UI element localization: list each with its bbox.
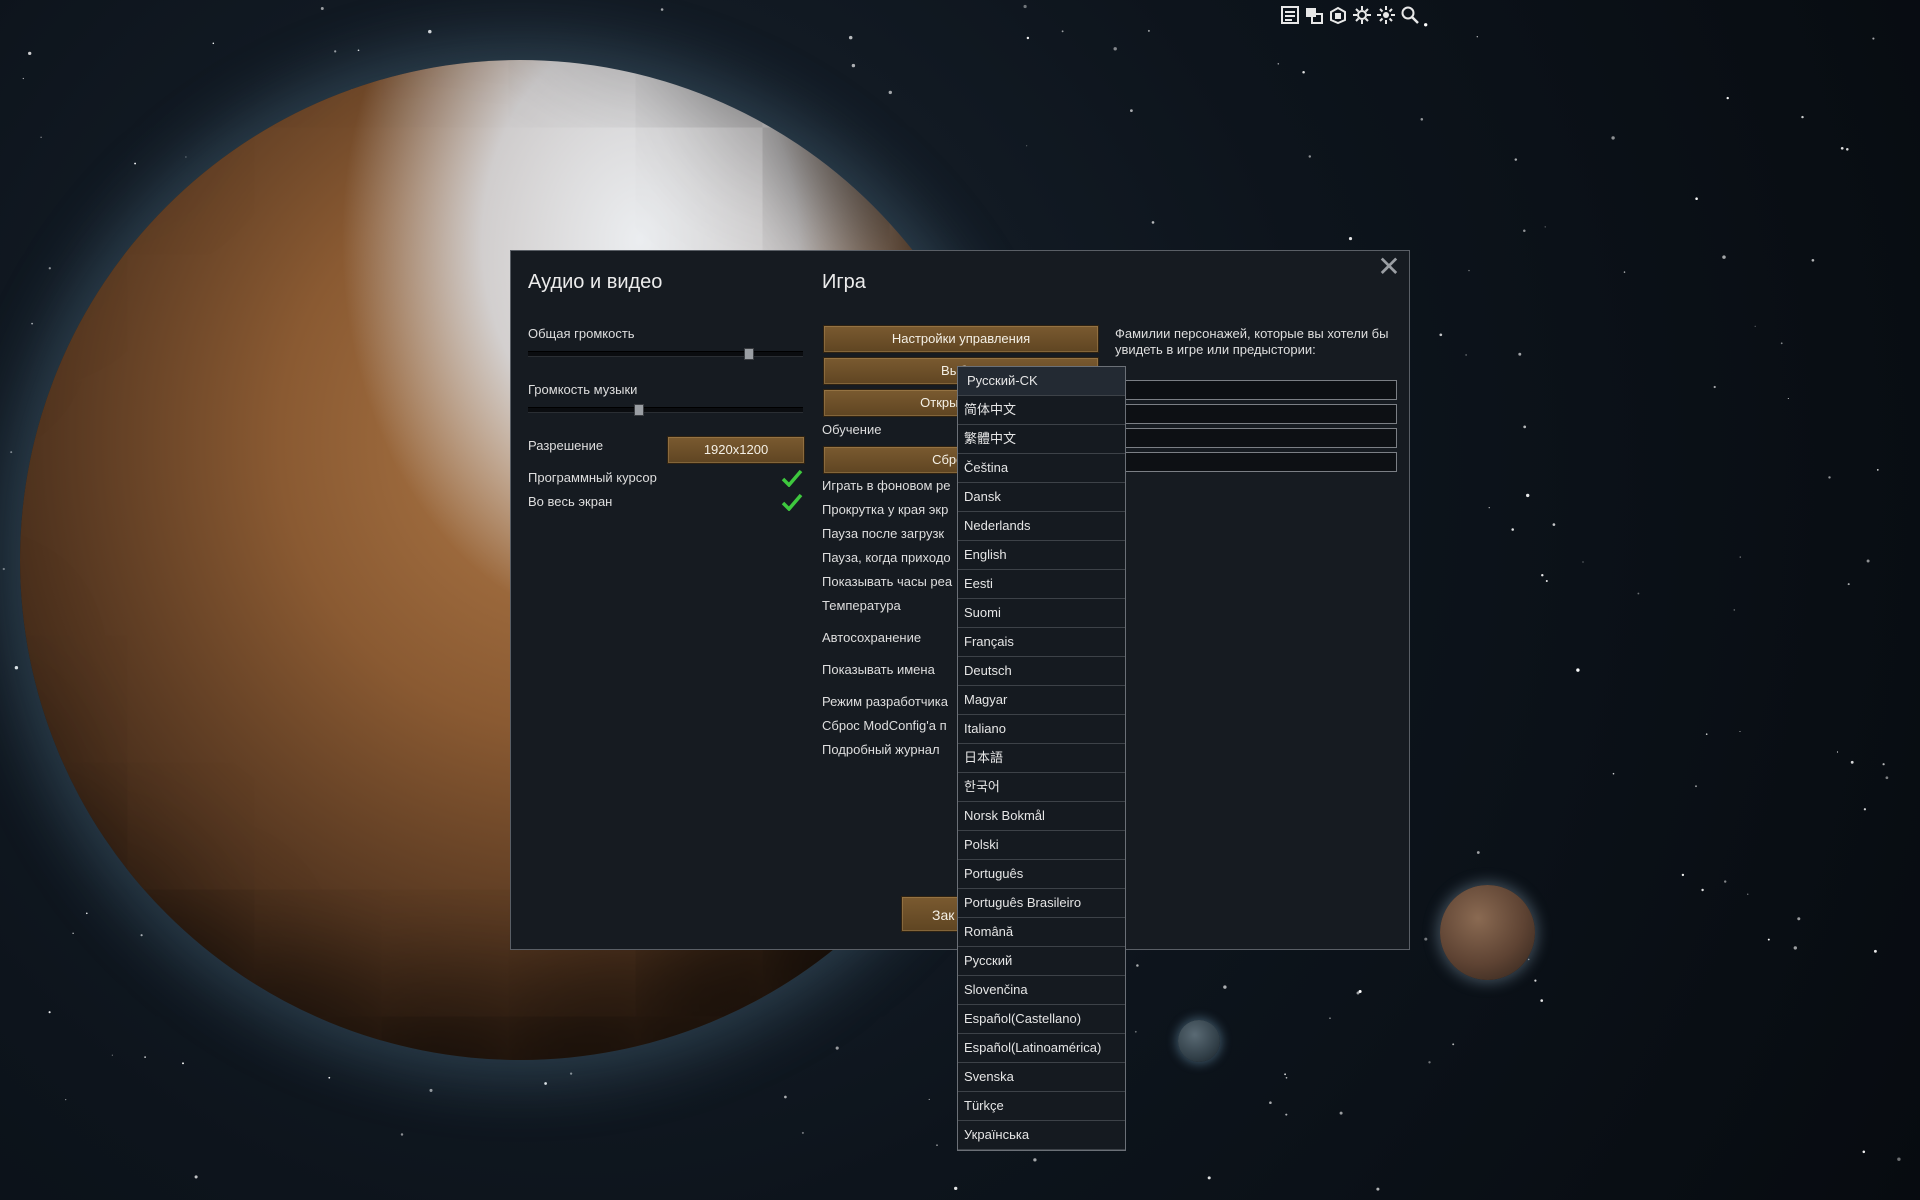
music-volume-slider[interactable] xyxy=(528,404,803,416)
game-option-label: Температура xyxy=(822,598,901,613)
moon-small xyxy=(1178,1020,1220,1062)
close-icon[interactable]: ✕ xyxy=(1377,253,1401,281)
name-input-3[interactable] xyxy=(1115,428,1397,448)
game-title: Игра xyxy=(822,271,866,293)
name-input-1[interactable] xyxy=(1115,380,1397,400)
game-option-label: Автосохранение xyxy=(822,630,922,645)
software-cursor-label: Программный курсор xyxy=(528,470,657,485)
master-volume-label: Общая громкость xyxy=(528,326,635,341)
music-volume-thumb[interactable] xyxy=(634,404,644,416)
game-option-label: Пауза после загрузк xyxy=(822,526,945,541)
language-option[interactable]: Português Brasileiro xyxy=(958,889,1125,918)
master-volume-thumb[interactable] xyxy=(744,348,754,360)
names-description: Фамилии персонажей, которые вы хотели бы… xyxy=(1115,326,1389,357)
language-option[interactable]: 日本語 xyxy=(958,744,1125,773)
controls-settings-button[interactable]: Настройки управления xyxy=(823,325,1099,353)
language-option[interactable]: Українська xyxy=(958,1121,1125,1150)
language-option[interactable]: Português xyxy=(958,860,1125,889)
game-option-label: Показывать имена xyxy=(822,662,935,677)
game-option-label: Играть в фоновом ре xyxy=(822,478,951,493)
language-option[interactable]: English xyxy=(958,541,1125,570)
master-volume-slider[interactable] xyxy=(528,348,803,360)
language-option[interactable]: Čeština xyxy=(958,454,1125,483)
fullscreen-label: Во весь экран xyxy=(528,494,613,509)
language-option[interactable]: 简体中文 xyxy=(958,396,1125,425)
tutorial-label: Обучение xyxy=(822,422,882,437)
language-option[interactable]: 繁體中文 xyxy=(958,425,1125,454)
language-option[interactable]: Dansk xyxy=(958,483,1125,512)
language-dropdown[interactable]: Русский-CK 简体中文 繁體中文 Čeština Dansk Neder… xyxy=(957,366,1126,1151)
game-option-label: Подробный журнал xyxy=(822,742,940,757)
settings-gear-icon[interactable] xyxy=(1352,4,1372,26)
settings-gear-alt-icon[interactable] xyxy=(1376,4,1396,26)
game-option-label: Сброс ModConfig'a п xyxy=(822,718,947,733)
language-option[interactable]: Nederlands xyxy=(958,512,1125,541)
language-option[interactable]: 한국어 xyxy=(958,773,1125,802)
language-option[interactable]: Türkçe xyxy=(958,1092,1125,1121)
top-toolbar xyxy=(1280,4,1420,26)
name-input-4[interactable] xyxy=(1115,452,1397,472)
game-option-label: Показывать часы реа xyxy=(822,574,953,589)
language-option[interactable]: Eesti xyxy=(958,570,1125,599)
language-option[interactable]: Svenska xyxy=(958,1063,1125,1092)
game-option-label: Прокрутка у края экр xyxy=(822,502,949,517)
fullscreen-checkbox[interactable] xyxy=(781,493,803,511)
resolution-label: Разрешение xyxy=(528,438,604,453)
language-option[interactable]: Русский-CK xyxy=(958,367,1125,396)
game-option-label: Пауза, когда приходо xyxy=(822,550,951,565)
language-option[interactable]: Español(Latinoamérica) xyxy=(958,1034,1125,1063)
language-option[interactable]: Español(Castellano) xyxy=(958,1005,1125,1034)
language-option[interactable]: Français xyxy=(958,628,1125,657)
language-option[interactable]: Slovenčina xyxy=(958,976,1125,1005)
audio-video-title: Аудио и видео xyxy=(528,271,663,293)
search-icon[interactable] xyxy=(1400,4,1420,26)
name-input-2[interactable] xyxy=(1115,404,1397,424)
game-option-label: Режим разработчика xyxy=(822,694,949,709)
language-option[interactable]: Norsk Bokmål xyxy=(958,802,1125,831)
software-cursor-checkbox[interactable] xyxy=(781,469,803,487)
moon-large xyxy=(1440,885,1535,980)
language-option[interactable]: Italiano xyxy=(958,715,1125,744)
log-icon[interactable] xyxy=(1280,4,1300,26)
language-option[interactable]: Română xyxy=(958,918,1125,947)
language-option[interactable]: Русский xyxy=(958,947,1125,976)
music-volume-label: Громкость музыки xyxy=(528,382,638,397)
dev-icon[interactable] xyxy=(1328,4,1348,26)
language-option[interactable]: Deutsch xyxy=(958,657,1125,686)
resolution-button[interactable]: 1920x1200 xyxy=(667,436,805,464)
language-option[interactable]: Suomi xyxy=(958,599,1125,628)
language-option[interactable]: Polski xyxy=(958,831,1125,860)
windows-icon[interactable] xyxy=(1304,4,1324,26)
language-option[interactable]: Magyar xyxy=(958,686,1125,715)
